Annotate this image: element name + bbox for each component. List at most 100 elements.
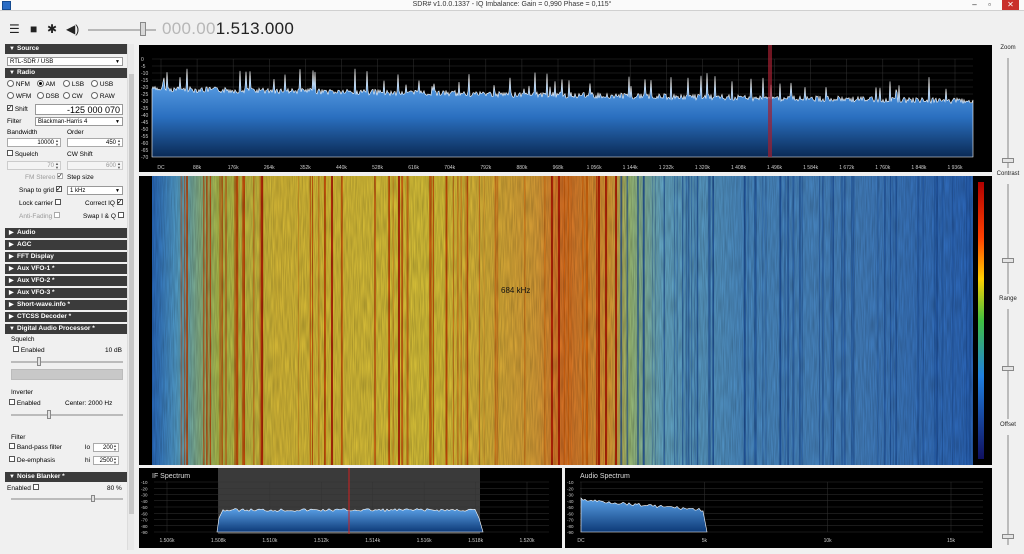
panel-scrollbar[interactable] <box>127 44 134 550</box>
collapsed-icon: ▶ <box>9 314 14 320</box>
source-select[interactable]: RTL-SDR / USB ▼ <box>7 57 123 66</box>
filter-select[interactable]: Blackman-Harris 4 ▼ <box>35 117 123 126</box>
dap-squelch-slider[interactable] <box>37 357 41 366</box>
squelch-input[interactable]: 70 ▲ ▼ <box>7 161 61 170</box>
spectrum-x-tick: 88k <box>193 165 202 171</box>
stop-icon[interactable]: ■ <box>30 23 37 35</box>
cw-shift-input[interactable]: 600 ▲ ▼ <box>67 161 123 170</box>
waterfall-marker-label: 684 kHz <box>501 286 530 295</box>
small-spectrum-y-tick: -70 <box>141 518 148 523</box>
control-panel: ▼ Source RTL-SDR / USB ▼ ▼ Radio NFM AM LSB… <box>5 44 127 551</box>
minimize-button[interactable]: – <box>969 0 980 10</box>
offset-track[interactable] <box>1007 435 1009 545</box>
maximize-button[interactable]: ▫ <box>984 0 995 10</box>
mode-dsb[interactable]: DSB <box>37 91 59 102</box>
spectrum-trace <box>151 68 974 158</box>
small-spectrum-x-tick: DC <box>577 538 585 544</box>
close-button[interactable]: ✕ <box>1002 0 1019 10</box>
ctcss-decoder-header[interactable]: ▶ CTCSS Decoder * <box>5 312 127 322</box>
radio-header[interactable]: ▼ Radio <box>5 68 127 78</box>
source-header[interactable]: ▼ Source <box>5 44 127 54</box>
noise-blanker-enabled-checkbox[interactable]: Enabled <box>7 483 39 494</box>
correct-iq-checkbox[interactable]: Correct IQ <box>85 197 123 209</box>
small-spectrum-y-tick: -60 <box>141 511 148 516</box>
anti-fading-checkbox[interactable]: Anti-Fading <box>19 211 61 222</box>
spectrum-x-tick: 352k <box>300 165 311 171</box>
range-slider[interactable] <box>1002 366 1014 371</box>
mode-usb[interactable]: USB <box>91 79 113 90</box>
inverter-enabled-checkbox[interactable]: Enabled <box>9 398 41 409</box>
if-spectrum-trace <box>216 508 484 533</box>
squelch-checkbox[interactable]: Squelch <box>7 149 38 160</box>
speaker-icon[interactable]: ◀) <box>66 23 79 35</box>
lock-carrier-checkbox[interactable]: Lock carrier <box>19 198 61 209</box>
shift-checkbox[interactable]: Shift <box>7 103 28 115</box>
dap-squelch-enabled-checkbox[interactable]: Enabled <box>13 345 45 356</box>
if-spectrum-plot[interactable]: IF Spectrum -10-20-30-40-50-60-70-80-90 … <box>139 468 562 548</box>
mode-nfm[interactable]: NFM <box>7 79 30 90</box>
inverter-label: Inverter <box>11 389 34 396</box>
if-spectrum-panel[interactable]: IF Spectrum -10 -20 -30 -40 -50 -60 -70 -80 -90 … <box>139 468 562 548</box>
waterfall-plot[interactable]: 684 kHz <box>139 176 992 465</box>
frequency-display[interactable]: 000.001.513.000 <box>162 20 294 38</box>
mode-lsb[interactable]: LSB <box>63 79 84 90</box>
noise-blanker-header[interactable]: ▼ Noise Blanker * <box>5 472 127 482</box>
gear-icon[interactable]: ✱ <box>47 23 57 35</box>
menu-icon[interactable]: ☰ <box>9 23 20 35</box>
short-wave-info-header[interactable]: ▶ Short-wave.info * <box>5 300 127 310</box>
digital-audio-processor-header[interactable]: ▼ Digital Audio Processor * <box>5 324 127 334</box>
mode-cw[interactable]: CW <box>63 91 83 102</box>
spectrum-analyzer[interactable]: 0 -5 -10 -15 -20 -25 -30 -35 -40 -45 -50 -55 -60 -65-… <box>139 45 992 172</box>
noise-blanker-slider[interactable] <box>91 495 95 502</box>
inverter-center-label: Center: 2000 Hz <box>65 400 113 407</box>
de-emphasis-checkbox[interactable]: De-emphasis <box>9 455 55 466</box>
panel-scrollbar-thumb[interactable] <box>129 74 134 514</box>
fft-display-header[interactable]: ▶ FFT Display <box>5 252 127 262</box>
aux-vfo-1-header[interactable]: ▶ Aux VFO-1 * <box>5 264 127 274</box>
mode-wfm[interactable]: WFM <box>7 91 31 102</box>
spectrum-y-tick: -15 <box>141 78 148 84</box>
waterfall-display[interactable]: 684 kHz <box>139 176 992 465</box>
contrast-track[interactable] <box>1007 184 1009 294</box>
chevron-down-icon: ▼ <box>115 119 120 125</box>
noise-blanker-track[interactable] <box>11 498 123 500</box>
aux-vfo-3-header[interactable]: ▶ Aux VFO-3 * <box>5 288 127 298</box>
audio-spectrum-panel[interactable]: Audio Spectrum -10 -20 -30 -40 -50 -60 -70 -80-… <box>565 468 992 548</box>
audio-spectrum-plot[interactable]: Audio Spectrum -10-20 -30-40-50-60 -70-80-… <box>565 468 992 548</box>
zoom-slider[interactable] <box>1002 158 1014 163</box>
mode-am[interactable]: AM <box>37 79 55 90</box>
spectrum-x-tick: 528k <box>372 165 383 171</box>
small-spectrum-y-tick: -50 <box>567 505 574 510</box>
lo-input[interactable]: 200 ▲ ▼ <box>93 443 119 452</box>
inverter-center-track[interactable] <box>11 414 123 416</box>
fm-stereo-checkbox[interactable]: FM Stereo <box>25 171 64 183</box>
zoom-track[interactable] <box>1007 58 1009 168</box>
vfo-marker[interactable] <box>768 45 772 157</box>
order-input[interactable]: 450 ▲ ▼ <box>67 138 123 147</box>
step-size-select[interactable]: 1 kHz ▼ <box>67 186 123 195</box>
volume-slider[interactable] <box>140 22 146 36</box>
shift-input[interactable]: -125 000 070 <box>35 104 123 115</box>
small-spectrum-x-tick: 1.518k <box>468 538 484 544</box>
frequency-active-digits: 1.513.000 <box>215 19 295 38</box>
hi-input[interactable]: 2500 ▲ ▼ <box>93 456 119 465</box>
audio-header[interactable]: ▶ Audio <box>5 228 127 238</box>
offset-slider[interactable] <box>1002 534 1014 539</box>
display-controls: Zoom Contrast Range Offset <box>994 44 1024 551</box>
spectrum-plot[interactable]: 0-5-10-15-20-25-30-35-40-45-50-55-60-65-… <box>139 45 992 172</box>
bandwidth-input[interactable]: 10000 ▲ ▼ <box>7 138 61 147</box>
agc-header[interactable]: ▶ AGC <box>5 240 127 250</box>
contrast-label: Contrast <box>996 171 1020 177</box>
inverter-center-slider[interactable] <box>47 410 51 419</box>
swap-iq-checkbox[interactable]: Swap I & Q <box>83 211 124 222</box>
contrast-slider[interactable] <box>1002 258 1014 263</box>
collapsed-icon: ▶ <box>9 230 14 236</box>
band-pass-checkbox[interactable]: Band-pass filter <box>9 442 62 453</box>
small-spectrum-x-tick: 1.506k <box>159 538 175 544</box>
mode-raw[interactable]: RAW <box>91 91 115 102</box>
range-track[interactable] <box>1007 309 1009 419</box>
aux-vfo-2-header[interactable]: ▶ Aux VFO-2 * <box>5 276 127 286</box>
spectrum-x-tick: 1 496k <box>767 165 783 171</box>
dap-squelch-track[interactable] <box>11 361 123 363</box>
snap-to-grid-checkbox[interactable]: Snap to grid <box>19 184 62 196</box>
